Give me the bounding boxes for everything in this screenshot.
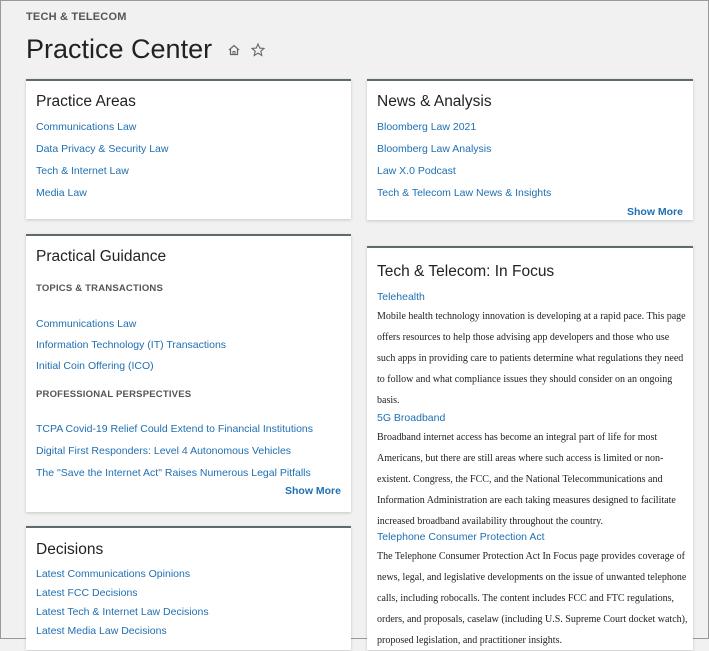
focus-line: Mobile health technology innovation is d… — [377, 311, 686, 322]
focus-heading-telehealth[interactable]: Telehealth — [377, 291, 689, 303]
decision-link-communications[interactable]: Latest Communications Opinions — [36, 568, 190, 580]
news-show-more-link[interactable]: Show More — [627, 206, 683, 218]
practice-area-link-tech[interactable]: Tech & Internet Law — [36, 165, 129, 177]
focus-line: calls, including robocalls. The content … — [377, 593, 674, 604]
practical-guidance-card: Practical Guidance TOPICS & TRANSACTIONS… — [26, 234, 351, 512]
focus-line: proposed legislation, and practitioner i… — [377, 635, 562, 646]
news-link-bloomberg-analysis[interactable]: Bloomberg Law Analysis — [377, 143, 491, 155]
decisions-card: Decisions Latest Communications Opinions… — [26, 526, 351, 650]
news-analysis-card: News & Analysis Bloomberg Law 2021 Bloom… — [367, 79, 693, 220]
focus-item-telehealth: Telehealth Mobile health technology inno… — [377, 291, 689, 411]
home-icon[interactable] — [226, 42, 242, 58]
topic-link-it-transactions[interactable]: Information Technology (IT) Transactions — [36, 339, 226, 351]
perspectives-subheading: PROFESSIONAL PERSPECTIVES — [36, 389, 192, 400]
focus-body-tcpa: The Telephone Consumer Protection Act In… — [377, 546, 689, 651]
news-link-insights[interactable]: Tech & Telecom Law News & Insights — [377, 187, 551, 199]
focus-heading-5g[interactable]: 5G Broadband — [377, 412, 689, 424]
practical-guidance-title: Practical Guidance — [36, 248, 167, 265]
focus-line: The Telephone Consumer Protection Act In… — [377, 551, 685, 562]
focus-item-5g: 5G Broadband Broadband internet access h… — [377, 412, 689, 532]
page-title: Practice Center — [26, 34, 213, 64]
focus-line: orders, and proposals, caselaw (includin… — [377, 614, 688, 625]
news-link-podcast[interactable]: Law X.0 Podcast — [377, 165, 456, 177]
decision-link-fcc[interactable]: Latest FCC Decisions — [36, 587, 138, 599]
focus-body-5g: Broadband internet access has become an … — [377, 427, 689, 532]
focus-line: Broadband internet access has become an … — [377, 432, 658, 443]
topic-link-ico[interactable]: Initial Coin Offering (ICO) — [36, 360, 154, 372]
practice-areas-title: Practice Areas — [36, 93, 136, 110]
focus-line: news, legal, and legislative development… — [377, 572, 687, 583]
focus-line: Americans, but there are still areas whe… — [377, 453, 664, 464]
perspective-link-autonomous[interactable]: Digital First Responders: Level 4 Autono… — [36, 445, 291, 457]
focus-line: existent. Congress, the FCC, and the Nat… — [377, 474, 663, 485]
practice-areas-card: Practice Areas Communications Law Data P… — [26, 79, 351, 219]
news-link-bloomberg-2021[interactable]: Bloomberg Law 2021 — [377, 121, 476, 133]
decision-link-tech-internet[interactable]: Latest Tech & Internet Law Decisions — [36, 606, 209, 618]
practice-area-link-privacy[interactable]: Data Privacy & Security Law — [36, 143, 168, 155]
focus-item-tcpa: Telephone Consumer Protection Act The Te… — [377, 531, 689, 651]
decisions-title: Decisions — [36, 541, 104, 558]
section-eyebrow: TECH & TELECOM — [26, 11, 127, 23]
focus-heading-tcpa[interactable]: Telephone Consumer Protection Act — [377, 531, 689, 543]
star-icon[interactable] — [250, 42, 266, 58]
practice-area-link-media[interactable]: Media Law — [36, 187, 87, 199]
in-focus-title: Tech & Telecom: In Focus — [377, 263, 555, 280]
in-focus-card: Tech & Telecom: In Focus Telehealth Mobi… — [367, 246, 693, 650]
focus-line: basis. — [377, 395, 400, 406]
focus-line: offers resources to help those advising … — [377, 332, 670, 343]
topics-subheading: TOPICS & TRANSACTIONS — [36, 283, 164, 294]
topic-link-communications[interactable]: Communications Law — [36, 318, 136, 330]
decision-link-media[interactable]: Latest Media Law Decisions — [36, 625, 167, 637]
news-analysis-title: News & Analysis — [377, 93, 492, 110]
title-row: Practice Center — [26, 34, 266, 65]
focus-line: such apps in providing care to patients … — [377, 353, 684, 364]
focus-line: increased broadband availability through… — [377, 516, 603, 527]
guidance-show-more-link[interactable]: Show More — [285, 485, 341, 497]
focus-line: Information Administration are each taki… — [377, 495, 676, 506]
perspective-link-save-internet[interactable]: The "Save the Internet Act" Raises Numer… — [36, 467, 311, 479]
practice-area-link-communications[interactable]: Communications Law — [36, 121, 136, 133]
focus-line: to follow and what compliance issues the… — [377, 374, 673, 385]
perspective-link-tcpa[interactable]: TCPA Covid-19 Relief Could Extend to Fin… — [36, 423, 313, 435]
focus-body-telehealth: Mobile health technology innovation is d… — [377, 306, 689, 411]
